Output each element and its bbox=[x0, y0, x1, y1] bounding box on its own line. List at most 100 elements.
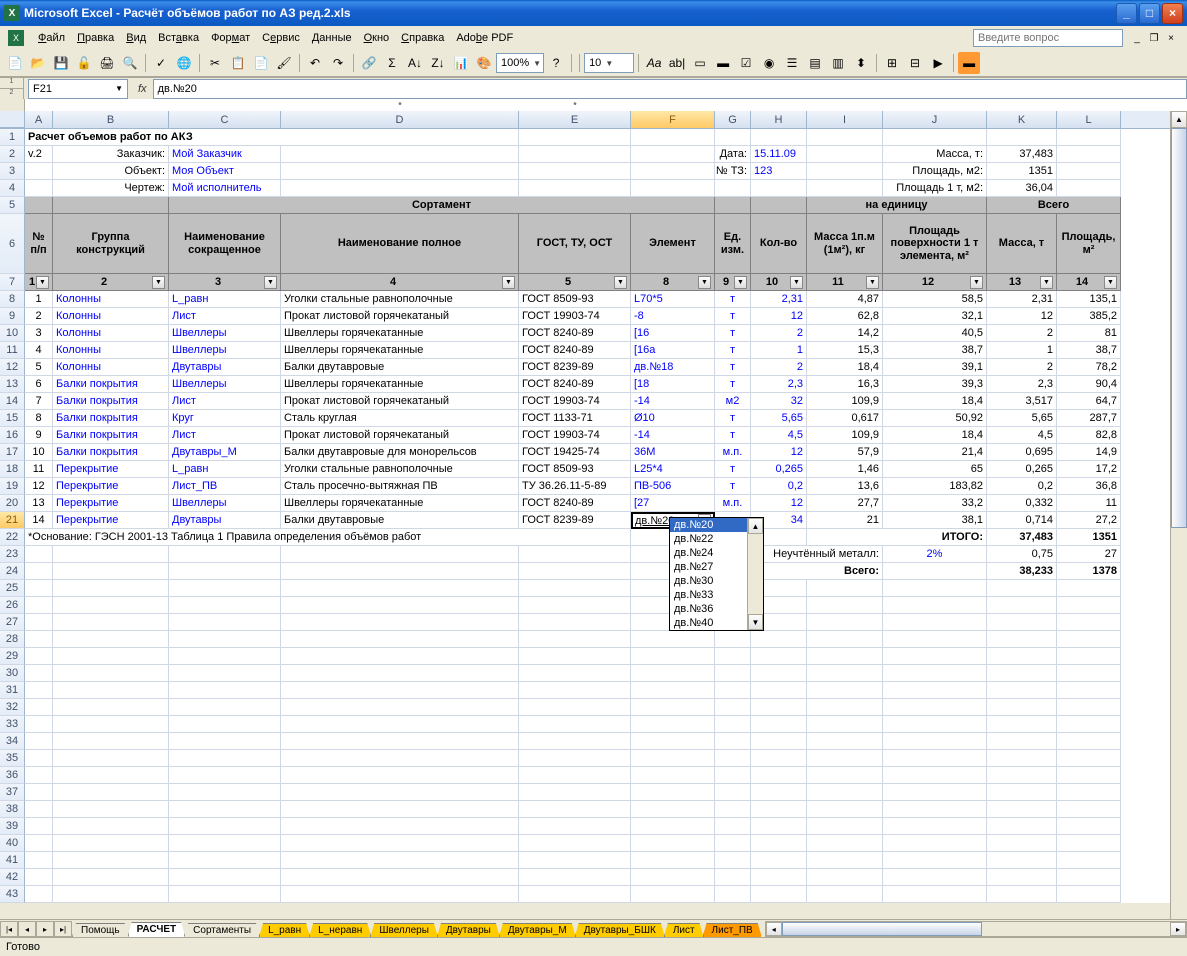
col-header-F[interactable]: F bbox=[631, 111, 715, 128]
row-header[interactable]: 17 bbox=[0, 444, 25, 461]
row-header[interactable]: 3 bbox=[0, 163, 25, 180]
help-search-input[interactable] bbox=[973, 29, 1123, 47]
autofilter-icon[interactable]: ▼ bbox=[264, 276, 277, 289]
row-header[interactable]: 36 bbox=[0, 767, 25, 784]
row-header[interactable]: 13 bbox=[0, 376, 25, 393]
row-header[interactable]: 25 bbox=[0, 580, 25, 597]
row-header[interactable]: 23 bbox=[0, 546, 25, 563]
sheet-tab[interactable]: Помощь bbox=[72, 923, 129, 937]
row-header[interactable]: 19 bbox=[0, 478, 25, 495]
row-header[interactable]: 41 bbox=[0, 852, 25, 869]
col-header-E[interactable]: E bbox=[519, 111, 631, 128]
paste-icon[interactable]: 📄 bbox=[250, 52, 272, 74]
form-scrollbar-icon[interactable]: ▥ bbox=[827, 52, 849, 74]
col-header-D[interactable]: D bbox=[281, 111, 519, 128]
form-textbox-icon[interactable]: ab| bbox=[666, 52, 688, 74]
select-all-corner[interactable] bbox=[0, 111, 25, 128]
drawing-icon[interactable]: 🎨 bbox=[473, 52, 495, 74]
cut-icon[interactable]: ✂ bbox=[204, 52, 226, 74]
row-header[interactable]: 33 bbox=[0, 716, 25, 733]
mdi-minimize[interactable]: _ bbox=[1129, 31, 1145, 45]
col-header-H[interactable]: H bbox=[751, 111, 807, 128]
autofilter-icon[interactable]: ▼ bbox=[152, 276, 165, 289]
col-header-K[interactable]: K bbox=[987, 111, 1057, 128]
form-label-icon[interactable]: Aa bbox=[643, 52, 665, 74]
autofilter-icon[interactable]: ▼ bbox=[36, 276, 49, 289]
row-header[interactable]: 21 bbox=[0, 512, 25, 529]
row-header[interactable]: 31 bbox=[0, 682, 25, 699]
sheet-tab[interactable]: Двутавры_М bbox=[499, 923, 576, 937]
autofilter-icon[interactable]: ▼ bbox=[1104, 276, 1117, 289]
zoom-combo[interactable]: 100%▼ bbox=[496, 53, 544, 73]
form-list-icon[interactable]: ☰ bbox=[781, 52, 803, 74]
row-header[interactable]: 24 bbox=[0, 563, 25, 580]
menu-file[interactable]: Файл bbox=[32, 30, 71, 46]
row-header[interactable]: 43 bbox=[0, 886, 25, 903]
grid-body[interactable]: 1Расчет объемов работ по АКЗ2v.2Заказчик… bbox=[0, 129, 1187, 903]
scroll-down-icon[interactable]: ▼ bbox=[748, 614, 763, 630]
menu-adobe[interactable]: Adobe PDF bbox=[450, 30, 519, 46]
undo-icon[interactable]: ↶ bbox=[304, 52, 326, 74]
fontsize-combo[interactable]: 10▼ bbox=[584, 53, 634, 73]
row-header[interactable]: 22 bbox=[0, 529, 25, 546]
form-button-icon[interactable]: ▬ bbox=[712, 52, 734, 74]
form-group-icon[interactable]: ▭ bbox=[689, 52, 711, 74]
row-header[interactable]: 32 bbox=[0, 699, 25, 716]
scroll-up-icon[interactable]: ▲ bbox=[748, 518, 763, 534]
open-icon[interactable]: 📂 bbox=[27, 52, 49, 74]
sheet-nav-next[interactable]: ▸ bbox=[36, 921, 54, 937]
row-header[interactable]: 2 bbox=[0, 146, 25, 163]
sort-desc-icon[interactable]: Z↓ bbox=[427, 52, 449, 74]
menu-edit[interactable]: Правка bbox=[71, 30, 120, 46]
row-header[interactable]: 35 bbox=[0, 750, 25, 767]
col-header-G[interactable]: G bbox=[715, 111, 751, 128]
menu-data[interactable]: Данные bbox=[306, 30, 358, 46]
row-header[interactable]: 7 bbox=[0, 274, 25, 291]
sheet-tab[interactable]: Двутавры_БШК bbox=[575, 923, 665, 937]
row-header[interactable]: 28 bbox=[0, 631, 25, 648]
spelling-icon[interactable]: ✓ bbox=[150, 52, 172, 74]
menu-window[interactable]: Окно bbox=[358, 30, 396, 46]
sort-asc-icon[interactable]: A↓ bbox=[404, 52, 426, 74]
sheet-tab[interactable]: L_неравн bbox=[309, 923, 371, 937]
row-header[interactable]: 18 bbox=[0, 461, 25, 478]
row-level-buttons[interactable]: 12 bbox=[0, 78, 24, 100]
row-header[interactable]: 29 bbox=[0, 648, 25, 665]
row-header[interactable]: 1 bbox=[0, 129, 25, 146]
menu-insert[interactable]: Вставка bbox=[152, 30, 205, 46]
row-header[interactable]: 15 bbox=[0, 410, 25, 427]
autofilter-icon[interactable]: ▼ bbox=[614, 276, 627, 289]
form-code-icon[interactable]: ⊟ bbox=[904, 52, 926, 74]
menu-view[interactable]: Вид bbox=[120, 30, 152, 46]
form-option-icon[interactable]: ◉ bbox=[758, 52, 780, 74]
autofilter-icon[interactable]: ▼ bbox=[734, 276, 747, 289]
redo-icon[interactable]: ↷ bbox=[327, 52, 349, 74]
autosum-icon[interactable]: Σ bbox=[381, 52, 403, 74]
row-header[interactable]: 16 bbox=[0, 427, 25, 444]
sheet-tab[interactable]: РАСЧЕТ bbox=[128, 922, 186, 937]
scrollbar-thumb[interactable] bbox=[1171, 128, 1187, 528]
row-header[interactable]: 6 bbox=[0, 214, 25, 274]
autofilter-icon[interactable]: ▼ bbox=[790, 276, 803, 289]
scroll-right-icon[interactable]: ▸ bbox=[1170, 922, 1186, 936]
row-header[interactable]: 42 bbox=[0, 869, 25, 886]
vertical-scrollbar[interactable]: ▲ ▼ bbox=[1170, 111, 1187, 943]
minimize-button[interactable]: _ bbox=[1116, 3, 1137, 24]
row-header[interactable]: 38 bbox=[0, 801, 25, 818]
row-header[interactable]: 8 bbox=[0, 291, 25, 308]
row-header[interactable]: 39 bbox=[0, 818, 25, 835]
highlight-icon[interactable]: ▬ bbox=[958, 52, 980, 74]
research-icon[interactable]: 🌐 bbox=[173, 52, 195, 74]
row-header[interactable]: 9 bbox=[0, 308, 25, 325]
print-preview-icon[interactable]: 🔍 bbox=[119, 52, 141, 74]
sheet-tab[interactable]: L_равн bbox=[259, 923, 310, 937]
col-header-B[interactable]: B bbox=[53, 111, 169, 128]
fx-icon[interactable]: fx bbox=[132, 83, 153, 95]
sheet-tab[interactable]: Сортаменты bbox=[184, 923, 260, 937]
menu-help[interactable]: Справка bbox=[395, 30, 450, 46]
form-checkbox-icon[interactable]: ☑ bbox=[735, 52, 757, 74]
print-icon[interactable]: 🖨 bbox=[96, 52, 118, 74]
menu-format[interactable]: Формат bbox=[205, 30, 256, 46]
name-box[interactable]: F21▼ bbox=[28, 79, 128, 99]
col-header-J[interactable]: J bbox=[883, 111, 987, 128]
